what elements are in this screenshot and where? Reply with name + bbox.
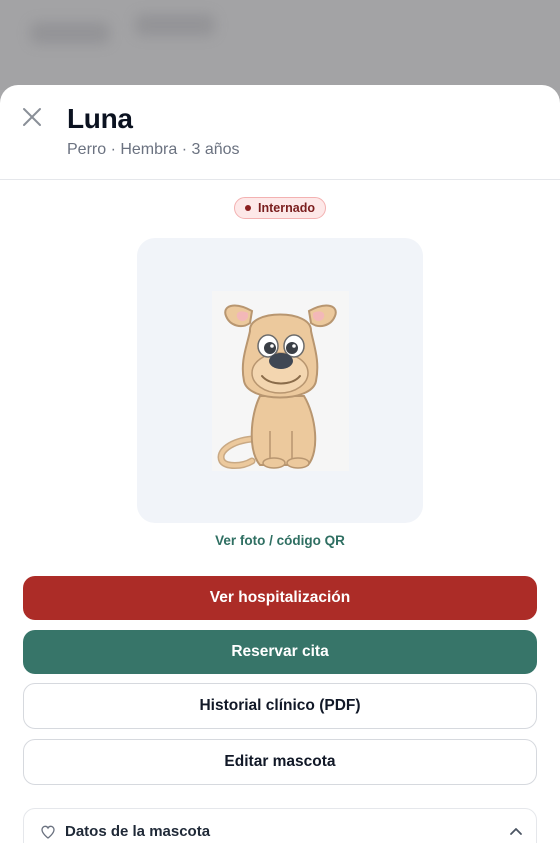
pet-data-section-header[interactable]: Datos de la mascota	[40, 823, 210, 840]
edit-pet-button[interactable]: Editar mascota	[23, 739, 537, 785]
pet-photo	[211, 290, 349, 471]
book-appointment-button[interactable]: Reservar cita	[23, 630, 537, 674]
pet-data-section-title: Datos de la mascota	[65, 823, 211, 840]
pet-data-section: Datos de la mascota	[23, 808, 537, 843]
close-button[interactable]	[18, 103, 46, 131]
dog-illustration	[217, 304, 337, 469]
pet-photo-card[interactable]	[137, 238, 423, 523]
close-icon	[23, 108, 41, 126]
status-label: Internado	[258, 201, 315, 215]
chevron-up-icon[interactable]	[508, 824, 524, 840]
pet-meta: Perro · Hembra · 3 años	[67, 141, 240, 158]
background-blur-element	[135, 14, 215, 36]
clinical-history-pdf-button[interactable]: Historial clínico (PDF)	[23, 683, 537, 729]
status-badge: Internado	[234, 197, 326, 219]
status-dot-icon	[245, 205, 252, 211]
pet-name: Luna	[67, 103, 133, 134]
view-hospitalization-button[interactable]: Ver hospitalización	[23, 576, 537, 620]
pet-detail-sheet: Luna Perro · Hembra · 3 años Internado V…	[0, 85, 560, 843]
view-photo-qr-link[interactable]: Ver foto / código QR	[0, 533, 560, 548]
background-blur-element	[30, 22, 110, 44]
background-screen	[0, 0, 560, 90]
status-badge-container: Internado	[0, 197, 560, 219]
sheet-header: Luna Perro · Hembra · 3 años	[0, 85, 560, 180]
heart-icon	[41, 825, 55, 839]
